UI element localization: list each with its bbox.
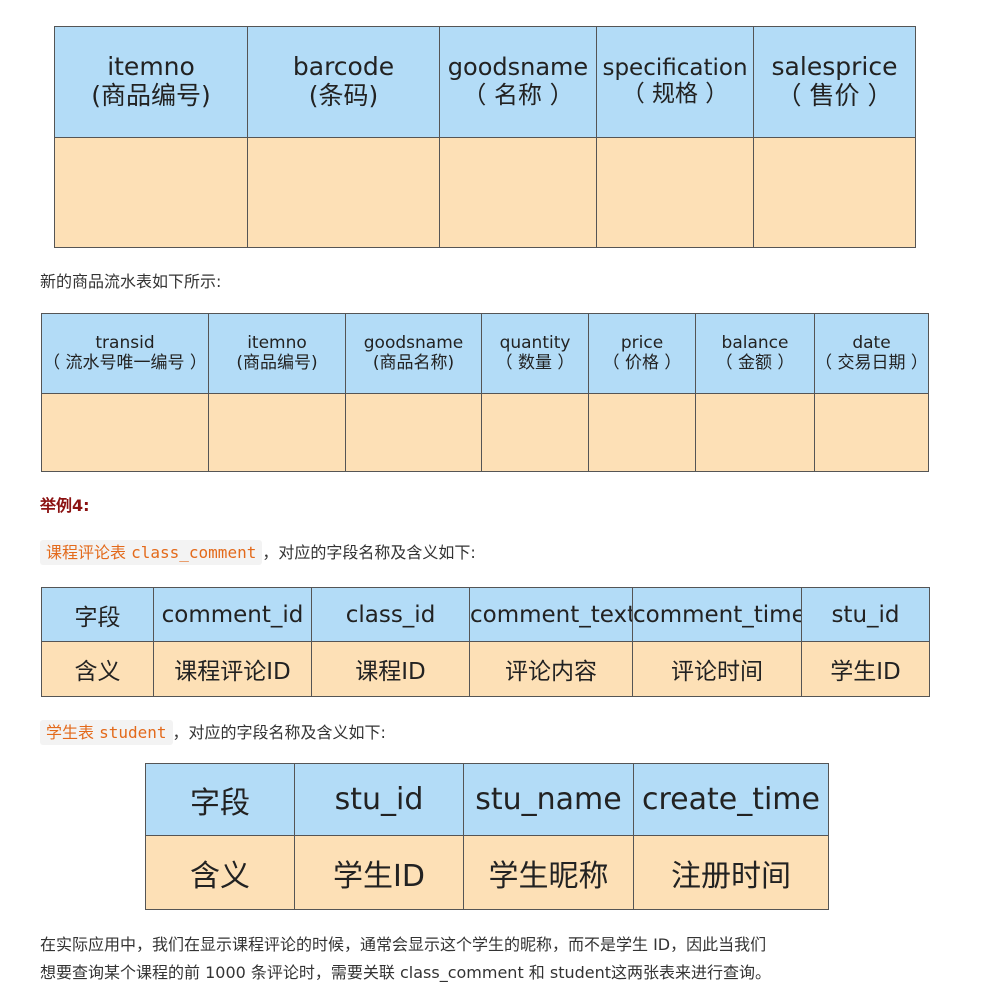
code-zh-text: 课程评论表 [46,543,127,562]
header-zh: (商品编号) [236,353,318,374]
field-header-cell: stu_id [801,587,930,642]
transaction-header-cell: quantity （ 数量 ） [481,313,589,394]
transaction-header-cell: balance （ 金额 ） [695,313,815,394]
goods-header-cell: goodsname （ 名称 ） [439,26,597,138]
header-zh: （ 名称 ） [462,81,574,110]
meaning-cell: 含义 [145,835,295,910]
goods-table-header-row: itemno (商品编号) barcode (条码) goodsname （ 名… [54,26,916,138]
empty-cell [481,393,589,472]
transaction-table-header-row: transid （ 流水号唯一编号 ） itemno (商品编号) goodsn… [41,313,929,394]
paragraph-text: ，对应的字段名称及含义如下: [262,543,476,562]
header-en: date [852,332,891,353]
meaning-cell: 含义 [41,641,154,697]
header-zh: （ 数量 ） [495,353,575,374]
empty-cell [588,393,696,472]
transaction-table: transid （ 流水号唯一编号 ） itemno (商品编号) goodsn… [41,313,929,472]
empty-cell [695,393,815,472]
class-comment-table: 字段 comment_id class_id comment_text comm… [41,587,930,697]
student-header-row: 字段 stu_id stu_name create_time [145,763,829,836]
empty-cell [247,137,440,248]
header-en: transid [95,332,155,353]
header-zh: （ 金额 ） [715,353,795,374]
field-header-cell: 字段 [145,763,295,836]
field-header-cell: class_id [311,587,470,642]
field-header-cell: comment_text [469,587,633,642]
paragraph-class-comment: 课程评论表 class_comment ，对应的字段名称及含义如下: [40,539,476,565]
goods-header-cell: specification （ 规格 ） [596,26,754,138]
inline-code-student: 学生表 student [40,720,173,745]
header-en: goodsname [447,52,589,81]
meaning-cell: 评论内容 [469,641,633,697]
class-comment-header-row: 字段 comment_id class_id comment_text comm… [41,587,930,642]
header-zh: （ 交易日期 ） [815,353,928,374]
inline-code-class-comment: 课程评论表 class_comment [40,540,263,565]
goods-table-body-row [54,137,916,248]
header-zh: （ 售价 ） [776,81,893,111]
header-zh: (条码) [308,81,379,111]
field-header-cell: create_time [633,763,829,836]
empty-cell [439,137,597,248]
field-header-cell: comment_id [153,587,312,642]
header-en: itemno [107,51,195,81]
header-en: quantity [499,332,571,353]
header-en: salesprice [771,51,898,81]
transaction-header-cell: date （ 交易日期 ） [814,313,929,394]
meaning-cell: 学生ID [294,835,464,910]
goods-header-cell: barcode (条码) [247,26,440,138]
header-zh: (商品编号) [91,81,211,111]
transaction-header-cell: goodsname (商品名称) [345,313,482,394]
field-header-cell: comment_time [632,587,802,642]
paragraph-query-explanation: 在实际应用中，我们在显示课程评论的时候，通常会显示这个学生的昵称，而不是学生 I… [40,931,771,987]
meaning-cell: 课程ID [311,641,470,697]
header-en: goodsname [363,332,464,353]
meaning-cell: 学生昵称 [463,835,634,910]
code-en-text: class_comment [131,543,257,562]
transaction-header-cell: transid （ 流水号唯一编号 ） [41,313,209,394]
class-comment-meaning-row: 含义 课程评论ID 课程ID 评论内容 评论时间 学生ID [41,641,930,697]
paragraph-line: 在实际应用中，我们在显示课程评论的时候，通常会显示这个学生的昵称，而不是学生 I… [40,935,767,954]
transaction-header-cell: itemno (商品编号) [208,313,346,394]
paragraph-line: 想要查询某个课程的前 1000 条评论时，需要关联 class_comment … [40,963,772,982]
transaction-header-cell: price （ 价格 ） [588,313,696,394]
empty-cell [814,393,929,472]
student-meaning-row: 含义 学生ID 学生昵称 注册时间 [145,835,829,910]
header-zh: （ 规格 ） [621,81,729,108]
empty-cell [596,137,754,248]
paragraph-transaction-intro: 新的商品流水表如下所示: [40,272,222,291]
header-en: barcode [292,51,395,81]
field-header-cell: stu_name [463,763,634,836]
goods-header-cell: salesprice （ 售价 ） [753,26,916,138]
header-en: balance [721,332,789,353]
field-header-cell: stu_id [294,763,464,836]
code-en-text: student [99,723,167,742]
header-en: price [620,332,664,353]
paragraph-text: ，对应的字段名称及含义如下: [172,723,386,742]
header-zh: （ 价格 ） [602,353,682,374]
meaning-cell: 注册时间 [633,835,829,910]
empty-cell [208,393,346,472]
empty-cell [41,393,209,472]
student-table: 字段 stu_id stu_name create_time 含义 学生ID 学… [145,763,829,910]
field-header-cell: 字段 [41,587,154,642]
empty-cell [54,137,248,248]
goods-table: itemno (商品编号) barcode (条码) goodsname （ 名… [54,26,916,248]
empty-cell [345,393,482,472]
example-label: 举例4: [40,496,90,515]
transaction-table-body-row [41,393,929,472]
meaning-cell: 学生ID [801,641,930,697]
header-en: itemno [247,332,307,353]
goods-header-cell: itemno (商品编号) [54,26,248,138]
meaning-cell: 评论时间 [632,641,802,697]
code-zh-text: 学生表 [46,723,95,742]
paragraph-student: 学生表 student ，对应的字段名称及含义如下: [40,719,386,745]
header-en: specification [602,54,748,81]
empty-cell [753,137,916,248]
header-zh: （ 流水号唯一编号 ） [43,353,207,374]
meaning-cell: 课程评论ID [153,641,312,697]
header-zh: (商品名称) [372,353,455,374]
